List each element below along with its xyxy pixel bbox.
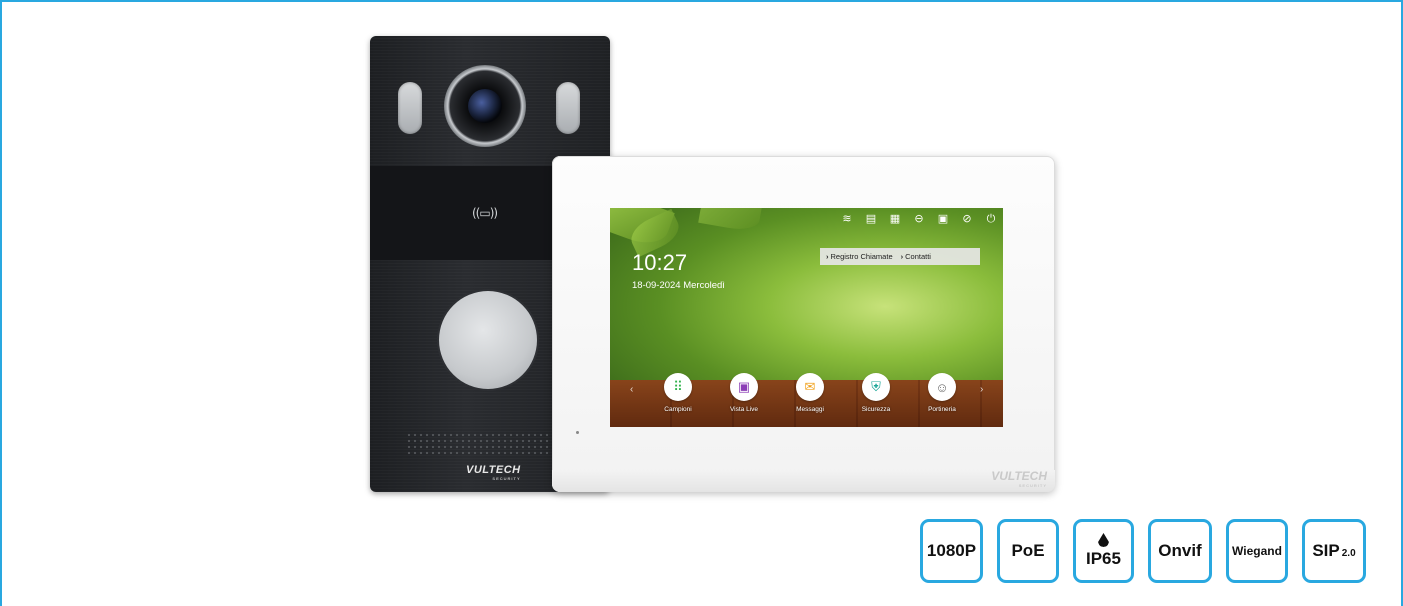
badge-1080p: 1080P [920,519,983,583]
app-vista-live[interactable]: ▣ Vista Live [716,373,772,413]
app-messaggi[interactable]: ✉ Messaggi [782,373,838,413]
clock: 10:27 [632,250,688,275]
door-icon[interactable]: ▣ [937,212,949,226]
speaker-grille [406,432,574,454]
chevron-right-icon[interactable]: › [980,384,983,395]
power-icon[interactable]: ⏻ [985,212,997,226]
quicklink-call-log[interactable]: › Registro Chiamate [826,252,893,261]
indoor-monitor: VULTECH SECURITY ≋ ▤ ▦ ⊖ ▣ ⊘ ⏻ 10:27 18-… [552,156,1055,492]
app-dock: ⠿ Campioni ▣ Vista Live ✉ Messaggi ⛨ Sic… [650,373,970,413]
badge-poe: PoE [997,519,1059,583]
status-bar: ≋ ▤ ▦ ⊖ ▣ ⊘ ⏻ [841,212,997,226]
dnd-icon[interactable]: ⊘ [961,212,973,226]
call-button [439,291,537,389]
badge-onvif: Onvif [1148,519,1212,583]
feature-badges: 1080P PoE IP65 Onvif Wiegand SIP 2.0 [920,519,1366,583]
qr-icon[interactable]: ▦ [889,212,901,226]
camera-icon [468,89,502,123]
keypad-icon: ⠿ [664,373,692,401]
chevron-right-icon: › [900,252,904,261]
monitor-logo: VULTECH SECURITY [991,469,1047,488]
frame-gap [1396,490,1400,606]
concierge-icon: ☺ [928,373,956,401]
app-sicurezza[interactable]: ⛨ Sicurezza [848,373,904,413]
badge-wiegand: Wiegand [1226,519,1288,583]
chevron-left-icon[interactable]: ‹ [630,384,633,395]
microphone-hole [576,431,579,434]
ir-led-left [398,82,422,134]
quicklink-contacts[interactable]: › Contatti [901,252,931,261]
camera-lens-housing [444,65,526,147]
rfid-icon: ((▭)) [472,206,498,220]
mail-icon: ✉ [796,373,824,401]
monitor-bezel-bottom [552,470,1055,492]
intercom-icon: ▣ [730,373,758,401]
message-icon[interactable]: ▤ [865,212,877,226]
wifi-icon[interactable]: ≋ [841,212,853,226]
app-campioni[interactable]: ⠿ Campioni [650,373,706,413]
cloud-icon[interactable]: ⊖ [913,212,925,226]
chevron-right-icon: › [826,252,829,261]
badge-ip65: IP65 [1073,519,1134,583]
date-label: 18-09-2024 Mercoledì [632,280,725,291]
monitor-screen: ≋ ▤ ▦ ⊖ ▣ ⊘ ⏻ 10:27 18-09-2024 Mercoledì… [610,208,1003,427]
ir-led-right [556,82,580,134]
badge-sip: SIP 2.0 [1302,519,1366,583]
shield-icon: ⛨ [862,373,890,401]
wallpaper-leaf [698,208,762,234]
app-portineria[interactable]: ☺ Portineria [914,373,970,413]
station-logo: VULTECH SECURITY [466,464,521,481]
water-drop-icon [1098,533,1109,547]
quicklinks-bar: › Registro Chiamate › Contatti [820,248,980,265]
